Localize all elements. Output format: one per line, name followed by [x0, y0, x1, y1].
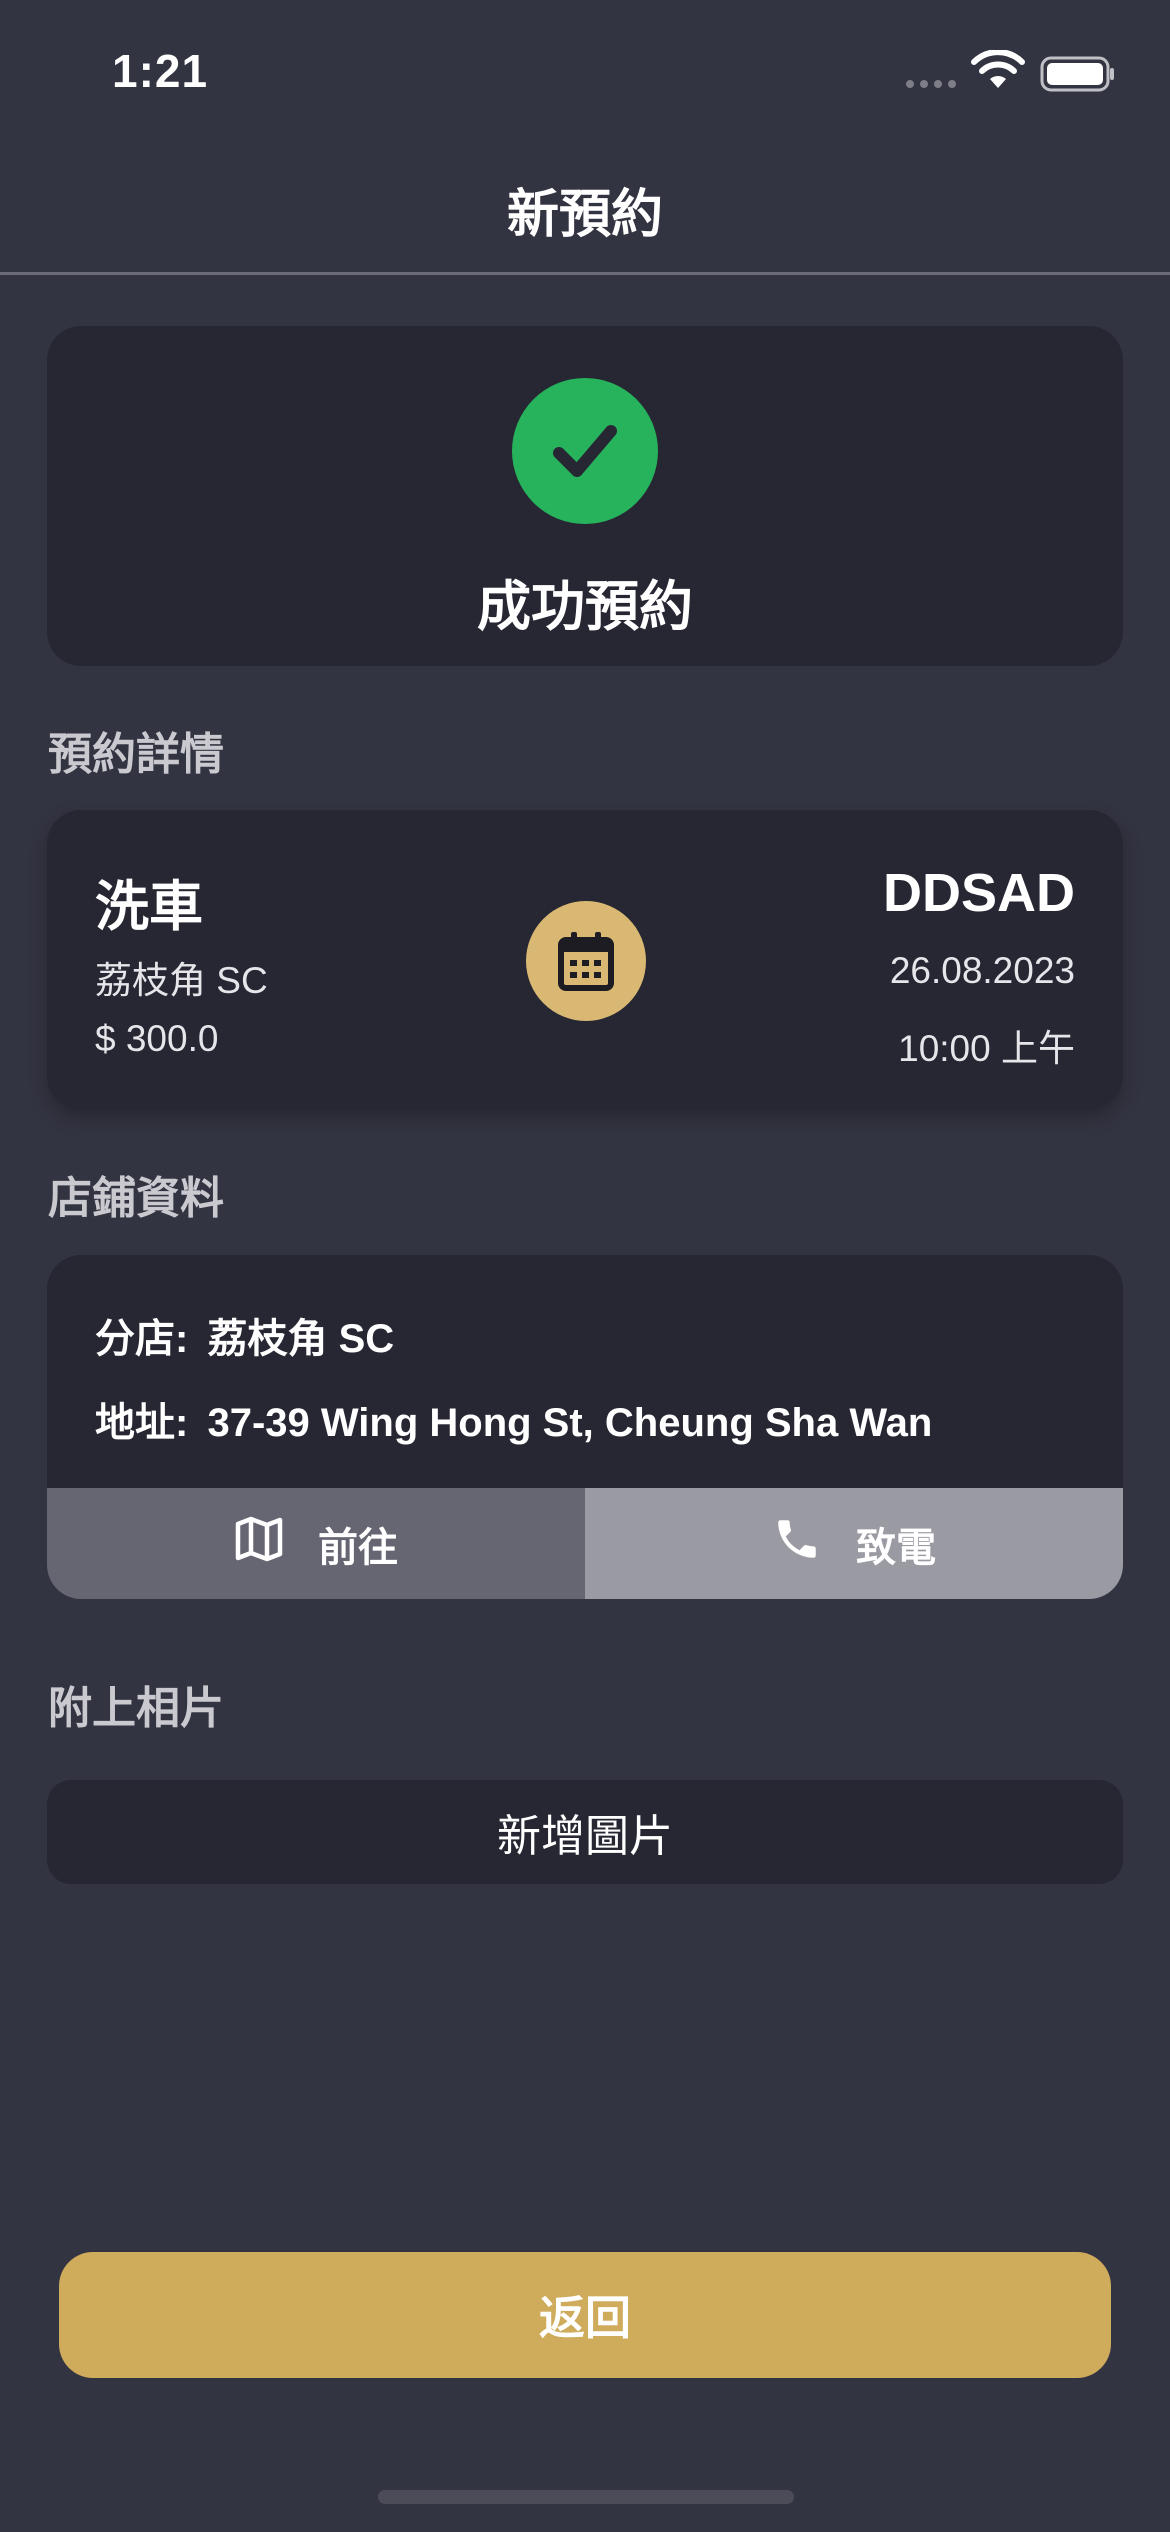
address-label: 地址:: [95, 1401, 189, 1445]
call-label: 致電: [856, 1525, 936, 1570]
map-icon: [234, 1514, 284, 1574]
store-address-row: 地址: 37-39 Wing Hong St, Cheung Sha Wan: [95, 1390, 932, 1448]
price: $ 300.0: [95, 1018, 219, 1059]
photos-heading: 附上相片: [48, 1684, 224, 1733]
store-branch-row: 分店: 荔枝角 SC: [95, 1306, 394, 1364]
booking-date: 26.08.2023: [889, 950, 1075, 991]
booking-details-heading: 預約詳情: [48, 730, 224, 779]
branch-name: 荔枝角 SC: [95, 960, 268, 1001]
branch-label: 分店:: [95, 1317, 189, 1361]
branch-value: 荔枝角 SC: [207, 1317, 395, 1361]
store-info-heading: 店鋪資料: [48, 1174, 224, 1223]
status-time: 1:21: [112, 45, 209, 97]
page-title: 新預約: [506, 186, 663, 244]
booking-time: 10:00 上午: [898, 1028, 1075, 1069]
back-button[interactable]: 返回: [59, 2252, 1111, 2378]
license-plate: DDSAD: [882, 863, 1075, 923]
call-button[interactable]: 致電: [585, 1488, 1123, 1599]
wifi-icon: [970, 49, 1026, 95]
header-divider: [0, 272, 1170, 275]
phone-icon: [772, 1514, 822, 1574]
navigate-button[interactable]: 前往: [47, 1488, 585, 1599]
add-photo-button[interactable]: 新增圖片: [47, 1780, 1123, 1884]
cellular-signal-icon: [906, 80, 956, 88]
address-value: 37-39 Wing Hong St, Cheung Sha Wan: [207, 1401, 933, 1445]
check-icon: [512, 378, 658, 524]
navigate-label: 前往: [318, 1525, 398, 1570]
home-indicator: [378, 2490, 794, 2504]
service-name: 洗車: [95, 877, 203, 937]
calendar-icon: [526, 901, 646, 1021]
success-message: 成功預約: [477, 577, 693, 637]
battery-icon: [1040, 56, 1116, 97]
